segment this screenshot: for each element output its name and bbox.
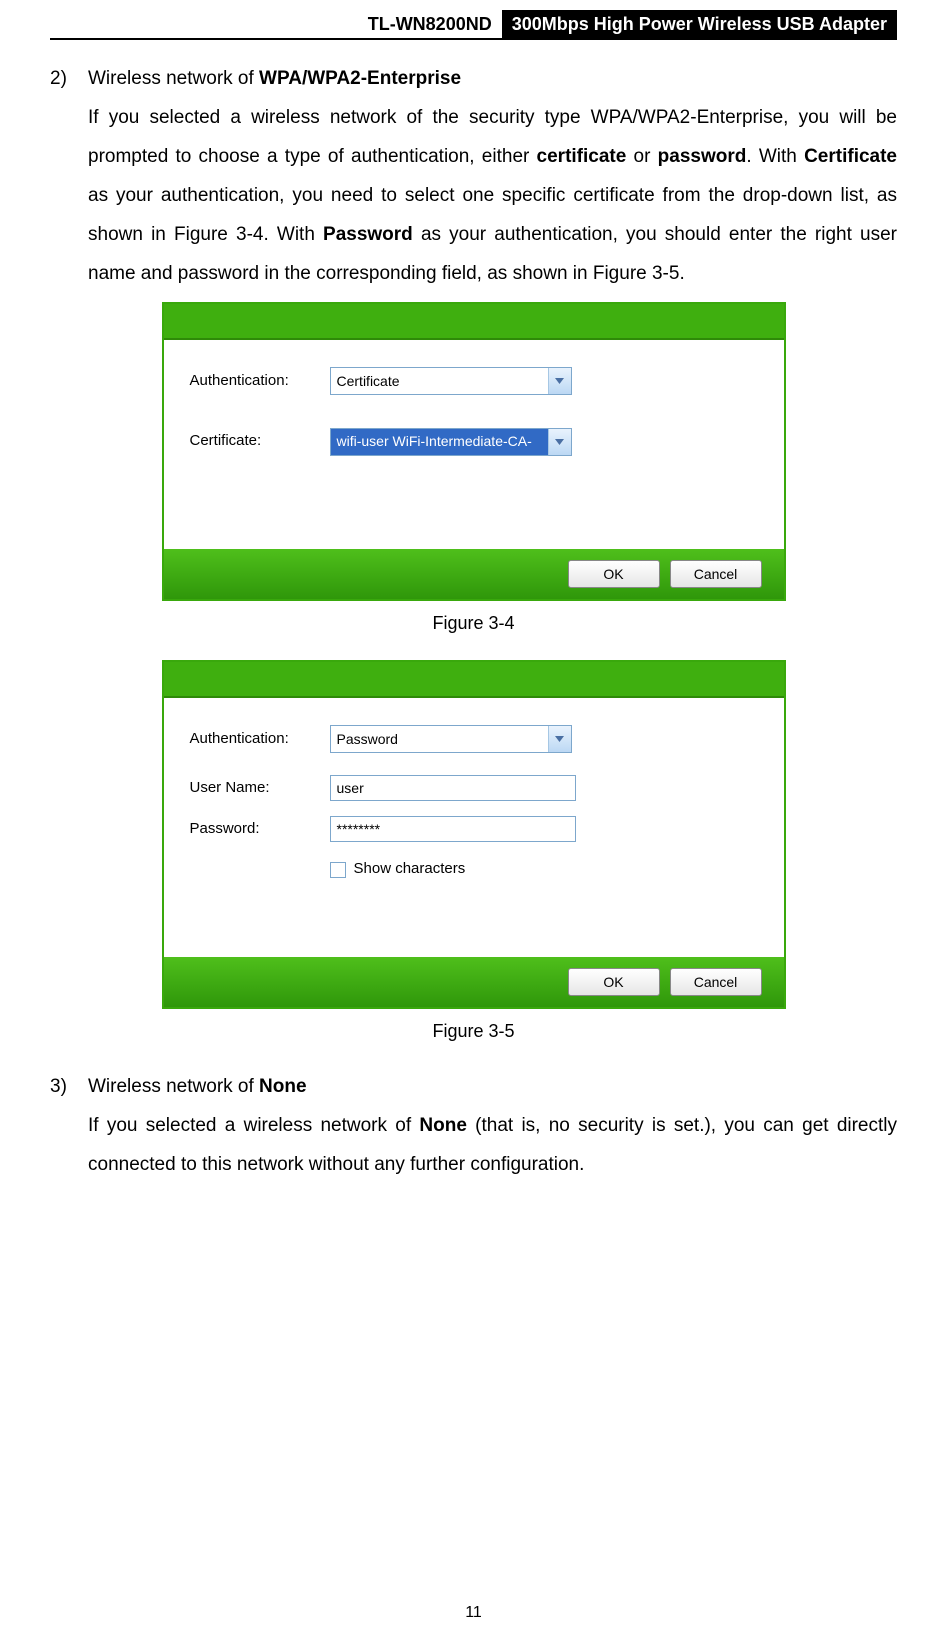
- text: If you selected a wireless network of: [88, 1115, 419, 1136]
- text-bold: WPA/WPA2-Enterprise: [259, 68, 461, 89]
- auth-label: Authentication:: [190, 366, 330, 397]
- text-bold: None: [419, 1115, 467, 1136]
- password-label: Password:: [190, 814, 330, 845]
- product-model: TL-WN8200ND: [358, 10, 502, 38]
- chevron-down-icon[interactable]: [548, 368, 571, 394]
- auth-select[interactable]: Certificate: [330, 367, 572, 395]
- section3-title: Wireless network of None: [88, 1068, 897, 1107]
- certificate-select[interactable]: wifi-user WiFi-Intermediate-CA-: [330, 428, 572, 456]
- username-label: User Name:: [190, 773, 330, 804]
- auth-label: Authentication:: [190, 724, 330, 755]
- figure-3-4-caption: Figure 3-4: [50, 605, 897, 642]
- list-number-2: 2): [50, 60, 88, 99]
- ok-button[interactable]: OK: [568, 968, 660, 996]
- username-input[interactable]: user: [330, 775, 576, 801]
- page-number: 11: [0, 1604, 947, 1622]
- text-bold: None: [259, 1076, 307, 1097]
- dialog-figure-3-4: Authentication: Certificate Certificate:: [162, 302, 786, 602]
- ok-button[interactable]: OK: [568, 560, 660, 588]
- dialog-header-bar: [164, 662, 784, 698]
- password-input[interactable]: ********: [330, 816, 576, 842]
- auth-select[interactable]: Password: [330, 725, 572, 753]
- text: or: [626, 146, 657, 167]
- header-divider: [50, 38, 897, 40]
- show-characters-label: Show characters: [354, 854, 466, 885]
- text-bold: certificate: [537, 146, 627, 167]
- text: . With: [746, 146, 804, 167]
- section3-paragraph: If you selected a wireless network of No…: [88, 1107, 897, 1185]
- chevron-down-icon[interactable]: [548, 726, 571, 752]
- text-bold: Password: [323, 224, 413, 245]
- section2-paragraph: If you selected a wireless network of th…: [88, 99, 897, 294]
- show-characters-checkbox[interactable]: [330, 862, 346, 878]
- certificate-select-value: wifi-user WiFi-Intermediate-CA-: [331, 429, 548, 455]
- chevron-down-icon[interactable]: [548, 429, 571, 455]
- doc-header: TL-WN8200ND 300Mbps High Power Wireless …: [358, 10, 897, 38]
- list-number-3: 3): [50, 1068, 88, 1107]
- cancel-button[interactable]: Cancel: [670, 560, 762, 588]
- certificate-label: Certificate:: [190, 426, 330, 457]
- dialog-figure-3-5: Authentication: Password User Name:: [162, 660, 786, 1009]
- product-desc: 300Mbps High Power Wireless USB Adapter: [502, 10, 897, 38]
- dialog-header-bar: [164, 304, 784, 340]
- text-bold: Certificate: [804, 146, 897, 167]
- text-bold: password: [658, 146, 747, 167]
- text: Wireless network of: [88, 1076, 259, 1097]
- auth-select-value: Certificate: [331, 368, 548, 394]
- text: Wireless network of: [88, 68, 259, 89]
- section2-title: Wireless network of WPA/WPA2-Enterprise: [88, 60, 897, 99]
- cancel-button[interactable]: Cancel: [670, 968, 762, 996]
- figure-3-5-caption: Figure 3-5: [50, 1013, 897, 1050]
- auth-select-value: Password: [331, 726, 548, 752]
